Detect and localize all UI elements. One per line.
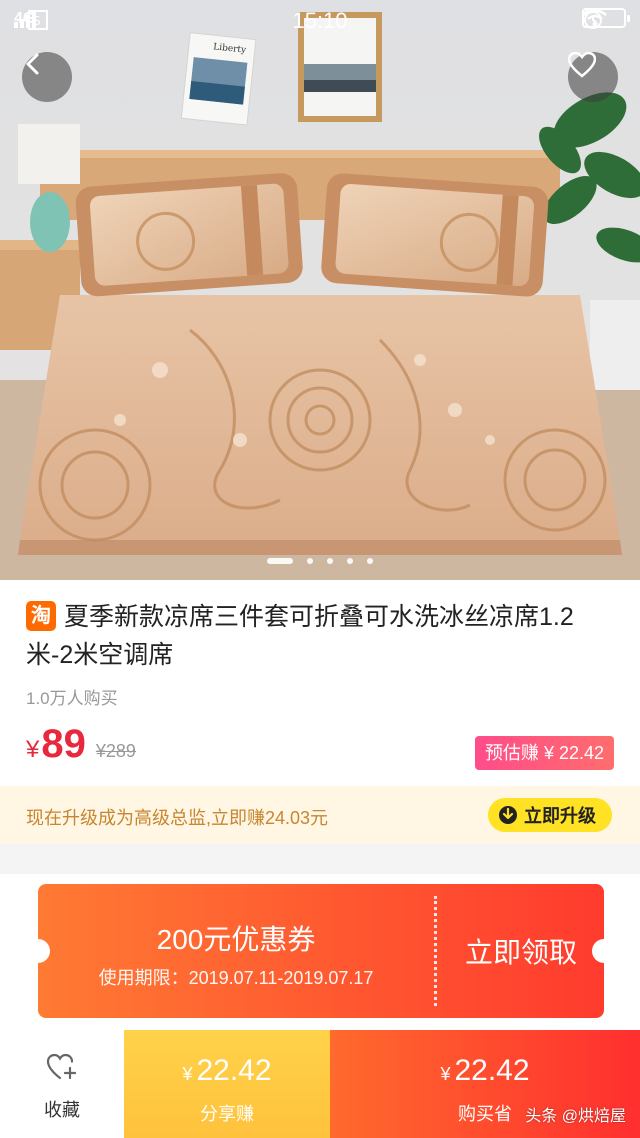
product-title: 淘夏季新款凉席三件套可折叠可水洗冰丝凉席1.2米-2米空调席 — [26, 598, 616, 674]
upgrade-banner: 现在升级成为高级总监,立即赚24.03元 立即升级 — [0, 786, 640, 844]
status-bar: 4G S 15:10 — [0, 0, 640, 42]
heart-icon — [568, 52, 596, 78]
taobao-badge: 淘 — [26, 601, 56, 631]
carousel-dot[interactable] — [327, 558, 333, 564]
price-row: ¥ 89 ¥289 — [26, 722, 136, 772]
upgrade-text: 现在升级成为高级总监,立即赚24.03元 — [26, 808, 329, 828]
share-earn-button[interactable]: ¥22.42 分享赚 — [124, 1030, 330, 1138]
estimated-earn-badge: 预估赚 ¥ 22.42 — [474, 736, 614, 770]
carousel-dot[interactable] — [267, 558, 293, 564]
share-amount-value: 22.42 — [196, 1054, 272, 1087]
product-title-text: 夏季新款凉席三件套可折叠可水洗冰丝凉席1.2米-2米空调席 — [26, 603, 574, 669]
coupon-info: 200元优惠券 使用期限：2019.07.11-2019.07.17 — [38, 884, 434, 1018]
buy-save-button[interactable]: ¥22.42 购买省 头条 @烘焙屋 — [330, 1030, 640, 1138]
carousel-dot[interactable] — [307, 558, 313, 564]
back-button[interactable] — [22, 52, 72, 102]
favorite-label: 收藏 — [44, 1100, 80, 1120]
favorite-tab[interactable]: 收藏 — [0, 1030, 124, 1138]
currency-symbol: ¥ — [26, 736, 40, 763]
share-label: 分享赚 — [200, 1104, 254, 1124]
carousel-dot[interactable] — [347, 558, 353, 564]
share-currency: ¥ — [182, 1064, 193, 1084]
original-price: ¥289 — [95, 741, 136, 761]
sales-count: 1.0万人购买 — [26, 689, 118, 708]
heart-plus-icon — [46, 1053, 77, 1080]
product-image-carousel[interactable]: Liberty 4G S 15:10 — [0, 0, 640, 580]
carousel-dot[interactable] — [367, 558, 373, 564]
current-price: 89 — [41, 722, 86, 766]
coupon-validity: 使用期限：2019.07.11-2019.07.17 — [98, 968, 374, 988]
download-circle-icon — [499, 806, 517, 824]
bottom-action-bar: 收藏 ¥22.42 分享赚 ¥22.42 购买省 头条 @烘焙屋 — [0, 1030, 640, 1138]
buy-amount-value: 22.42 — [454, 1054, 530, 1087]
section-divider — [0, 844, 640, 874]
coupon-amount: 200元优惠券 — [156, 924, 316, 955]
product-photo: Liberty — [0, 0, 640, 580]
battery-icon — [582, 8, 630, 28]
claim-coupon-button[interactable]: 立即领取 — [438, 884, 604, 1018]
buy-amount: ¥22.42 — [330, 1054, 640, 1088]
upgrade-button[interactable]: 立即升级 — [488, 798, 612, 832]
upgrade-button-label: 立即升级 — [524, 806, 596, 826]
coupon-separator — [434, 896, 437, 1006]
coupon-card[interactable]: 200元优惠券 使用期限：2019.07.11-2019.07.17 立即领取 — [38, 884, 604, 1018]
watermark: 头条 @烘焙屋 — [525, 1108, 626, 1125]
back-arrow-icon — [26, 53, 39, 75]
carousel-indicator — [0, 556, 640, 566]
share-amount: ¥22.42 — [124, 1054, 330, 1088]
buy-currency: ¥ — [440, 1064, 451, 1084]
favorite-button[interactable] — [568, 52, 618, 102]
clock: 15:10 — [292, 8, 348, 33]
